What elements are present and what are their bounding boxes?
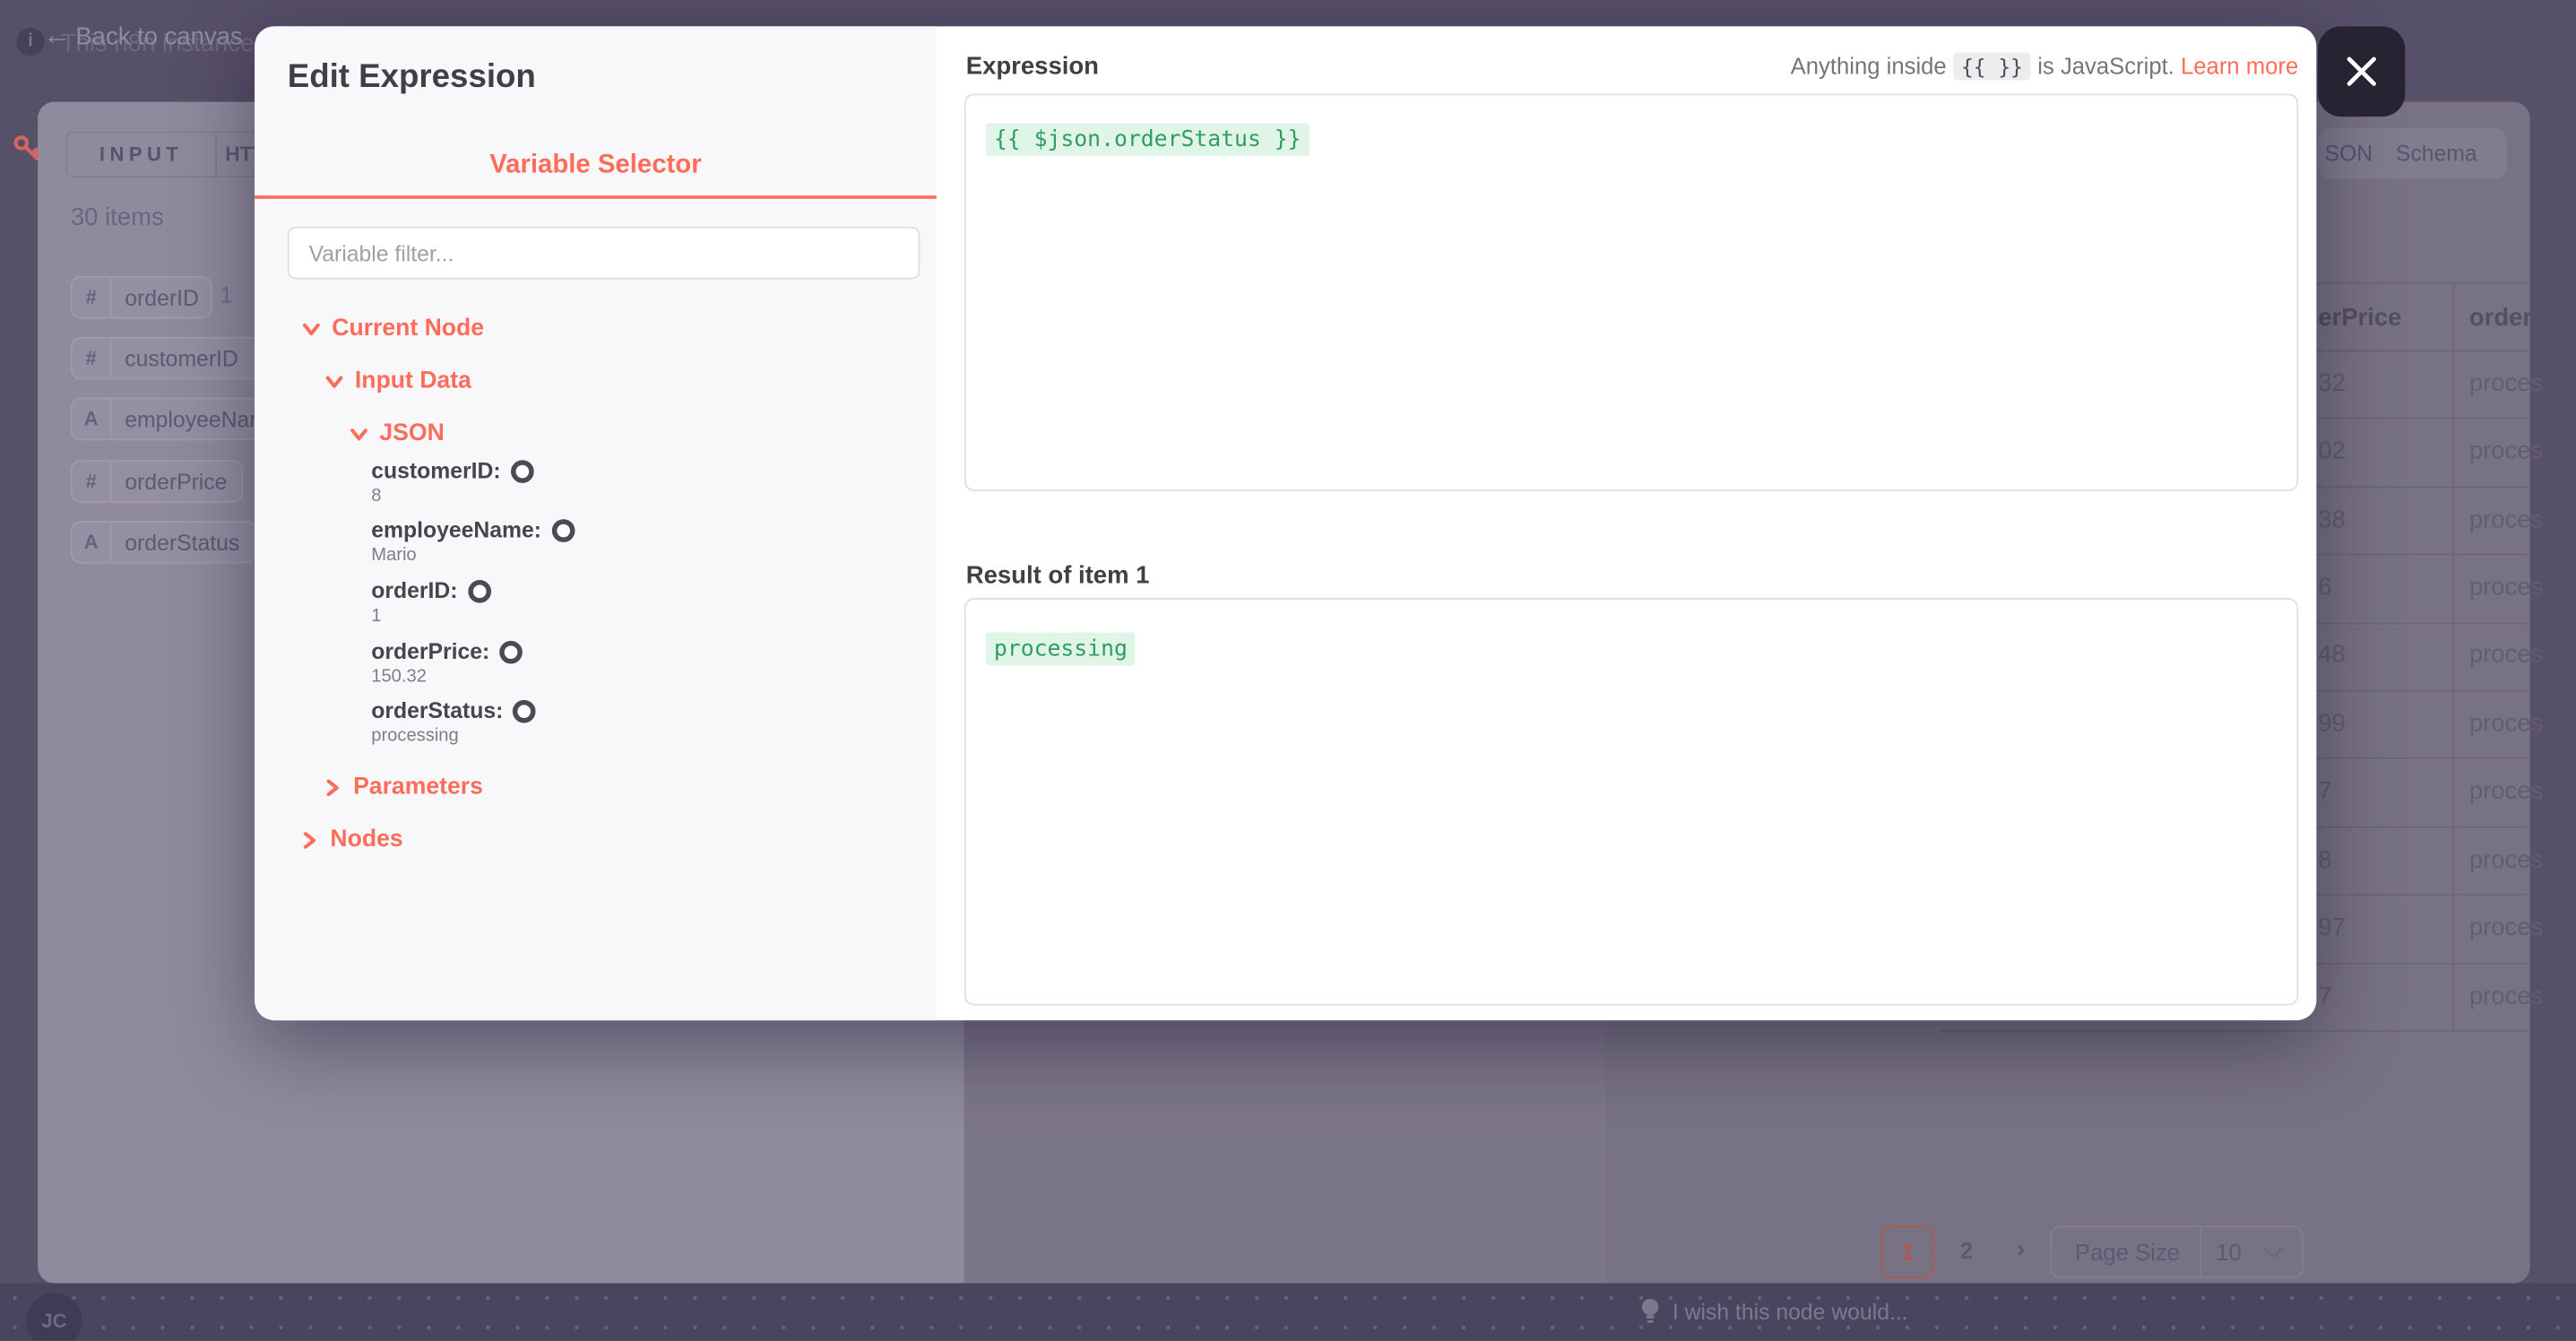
tab-variable-selector[interactable]: Variable Selector	[255, 151, 937, 181]
tree-branch-current-node[interactable]: Current Node	[302, 316, 484, 342]
column-header-orderstatus: order	[2469, 304, 2532, 332]
lightbulb-icon	[1638, 1296, 1662, 1328]
tree-branch-nodes[interactable]: Nodes	[300, 826, 402, 852]
tree-leaf-orderid[interactable]: orderID:	[371, 578, 490, 602]
tree-leaf-orderstatus[interactable]: orderStatus:	[371, 698, 536, 722]
learn-more-link[interactable]: Learn more	[2181, 53, 2298, 79]
table-cell: proces	[2469, 777, 2544, 805]
back-to-canvas-link[interactable]: Back to canvas	[75, 23, 242, 51]
table-cell: proces	[2469, 710, 2544, 738]
tree-leaf-orderprice[interactable]: orderPrice:	[371, 639, 523, 663]
expression-code[interactable]: {{ $json.orderStatus }}	[986, 123, 1310, 156]
table-cell: proces	[2469, 846, 2544, 874]
expression-editor[interactable]: {{ $json.orderStatus }}	[964, 93, 2298, 491]
tree-branch-input-data[interactable]: Input Data	[325, 368, 471, 394]
result-output: processing	[964, 598, 2298, 1006]
table-cell: proces	[2469, 506, 2544, 534]
table-cell: 8	[2318, 846, 2331, 874]
table-cell: 48	[2318, 641, 2346, 669]
table-cell: 38	[2318, 506, 2346, 534]
chevron-down-icon	[302, 319, 320, 337]
table-cell: 7	[2318, 777, 2331, 805]
tab-json[interactable]: SON	[2318, 142, 2373, 166]
table-cell: proces	[2469, 574, 2544, 601]
table-cell: 32	[2318, 369, 2346, 397]
string-type-icon: A	[73, 399, 112, 438]
result-label: Result of item 1	[966, 562, 1150, 590]
output-view-tabs[interactable]: SON Schema	[2318, 128, 2507, 179]
schema-row-value: 1	[220, 282, 233, 307]
table-cell: proces	[2469, 913, 2544, 941]
expression-helper: Anything inside {{ }} is JavaScript. Lea…	[964, 53, 2298, 79]
page-size-value: 10	[2201, 1239, 2242, 1265]
close-icon	[2345, 54, 2379, 88]
tree-branch-json[interactable]: JSON	[350, 420, 444, 446]
table-column-divider	[2453, 282, 2455, 1030]
table-cell: 6	[2318, 574, 2331, 601]
chevron-down-icon	[2262, 1245, 2286, 1259]
page-1-button[interactable]: 1	[1881, 1225, 1934, 1278]
schema-row[interactable]: A orderStatus	[71, 521, 256, 564]
variable-filter-input[interactable]	[288, 227, 921, 280]
schema-row[interactable]: # orderID	[71, 276, 212, 319]
chevron-down-icon	[350, 425, 367, 443]
tab-input[interactable]: INPUT	[65, 132, 217, 177]
number-type-icon: #	[73, 462, 112, 501]
active-tab-underline	[255, 195, 937, 199]
insert-variable-icon[interactable]	[511, 459, 534, 482]
table-cell: proces	[2469, 641, 2544, 669]
insert-variable-icon[interactable]	[513, 699, 536, 722]
tree-leaf-value: 8	[371, 487, 381, 506]
tab-schema[interactable]: Schema	[2373, 142, 2477, 166]
table-cell: 7	[2318, 982, 2331, 1010]
tree-leaf-value: 150.32	[371, 667, 427, 687]
close-button[interactable]	[2318, 26, 2405, 117]
chevron-down-icon	[325, 372, 343, 390]
ndv-footer	[0, 1283, 2576, 1340]
next-page-button[interactable]: ›	[1996, 1224, 2045, 1274]
page-size-select[interactable]: Page Size 10	[2050, 1225, 2303, 1278]
tree-leaf-value: processing	[371, 726, 459, 746]
items-count: 30 items	[71, 203, 164, 231]
wish-feedback-input[interactable]: I wish this node would...	[1673, 1300, 1908, 1324]
chevron-right-icon	[300, 831, 318, 849]
result-value: processing	[986, 633, 1136, 666]
page-size-label: Page Size	[2052, 1239, 2180, 1265]
schema-row[interactable]: # orderPrice	[71, 460, 243, 503]
column-header-orderprice: erPrice	[2318, 304, 2401, 332]
insert-variable-icon[interactable]	[499, 640, 523, 663]
table-cell: proces	[2469, 369, 2544, 397]
string-type-icon: A	[73, 523, 112, 562]
page-2-button[interactable]: 2	[1941, 1225, 1991, 1275]
tree-leaf-customerid[interactable]: customerID:	[371, 458, 533, 482]
info-icon: i	[16, 28, 44, 56]
chevron-right-icon	[324, 778, 341, 796]
tree-leaf-value: 1	[371, 606, 381, 626]
table-cell: 02	[2318, 437, 2346, 465]
insert-variable-icon[interactable]	[467, 579, 490, 602]
tree-leaf-value: Mario	[371, 546, 416, 566]
table-cell: 97	[2318, 913, 2346, 941]
table-cell: 99	[2318, 710, 2346, 738]
insert-variable-icon[interactable]	[551, 518, 575, 541]
avatar[interactable]: JC	[26, 1293, 82, 1340]
table-cell: proces	[2469, 982, 2544, 1010]
braces-code-chip: {{ }}	[1953, 53, 2031, 81]
schema-row[interactable]: # customerID	[71, 337, 272, 380]
number-type-icon: #	[73, 278, 112, 317]
tree-leaf-employeename[interactable]: employeeName:	[371, 517, 574, 541]
modal-title: Edit Expression	[288, 59, 536, 97]
table-cell: proces	[2469, 437, 2544, 465]
number-type-icon: #	[73, 339, 112, 378]
tree-branch-parameters[interactable]: Parameters	[324, 774, 483, 800]
arrow-left-icon: ←	[43, 18, 73, 52]
screen: i This n8n instance is ← Back to canvas …	[0, 0, 2576, 1341]
